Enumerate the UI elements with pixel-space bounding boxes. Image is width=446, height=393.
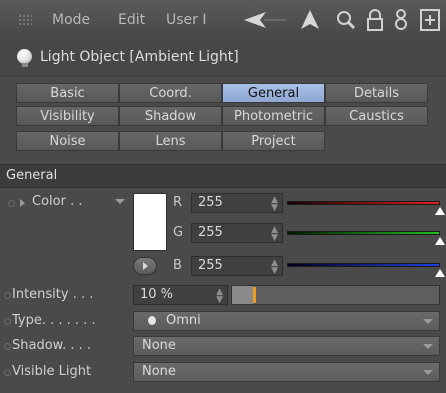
- tab-details[interactable]: Details: [325, 83, 428, 103]
- type-dropdown[interactable]: Omni: [133, 311, 440, 331]
- menu-user[interactable]: User I: [166, 12, 207, 28]
- light-bulb-icon: [17, 49, 32, 67]
- intensity-label: Intensity . . .: [12, 287, 94, 302]
- r-channel-label: R: [173, 195, 183, 210]
- new-window-icon[interactable]: [420, 9, 440, 31]
- g-value-field[interactable]: 255 ▲ ▼: [191, 223, 283, 243]
- intensity-slider[interactable]: [231, 285, 440, 305]
- tab-lens[interactable]: Lens: [119, 131, 222, 151]
- tab-basic[interactable]: Basic: [16, 83, 119, 103]
- tab-visibility[interactable]: Visibility: [16, 106, 119, 126]
- r-slider-knob[interactable]: [435, 207, 445, 215]
- menu-mode[interactable]: Mode: [52, 12, 90, 28]
- b-value: 255: [198, 258, 223, 273]
- object-title: Light Object [Ambient Light]: [40, 49, 239, 65]
- tab-caustics[interactable]: Caustics: [325, 106, 428, 126]
- color-swatch[interactable]: [133, 193, 167, 251]
- tab-noise[interactable]: Noise: [16, 131, 119, 151]
- expand-triangle-icon[interactable]: [20, 199, 25, 207]
- b-slider-knob[interactable]: [435, 269, 445, 277]
- visible-light-value: None: [142, 364, 176, 379]
- color-picker-button[interactable]: [133, 257, 157, 275]
- chevron-down-icon: [423, 319, 433, 324]
- intensity-slider-fill: [232, 286, 253, 304]
- r-value: 255: [198, 195, 223, 210]
- chevron-down-icon[interactable]: [115, 199, 125, 204]
- section-general: General: [0, 164, 446, 188]
- tab-shadow[interactable]: Shadow: [119, 106, 222, 126]
- g-value: 255: [198, 225, 223, 240]
- omni-light-icon: [148, 316, 156, 325]
- spinner-icon[interactable]: ▲ ▼: [271, 196, 278, 213]
- visible-light-label: Visible Light: [12, 364, 92, 379]
- tab-general[interactable]: General: [222, 83, 325, 103]
- animate-dot-icon[interactable]: [4, 343, 11, 350]
- g-slider-knob[interactable]: [435, 237, 445, 245]
- type-value: Omni: [166, 313, 201, 328]
- r-value-field[interactable]: 255 ▲ ▼: [191, 193, 283, 213]
- g-slider[interactable]: [287, 231, 440, 235]
- shadow-label: Shadow. . . .: [12, 338, 92, 353]
- section-title: General: [6, 168, 58, 183]
- b-slider[interactable]: [287, 263, 440, 267]
- menu-edit[interactable]: Edit: [118, 12, 145, 28]
- back-arrow-icon[interactable]: [244, 11, 286, 29]
- spinner-icon[interactable]: ▲ ▼: [271, 259, 278, 276]
- chevron-down-icon: [423, 344, 433, 349]
- tab-coord[interactable]: Coord.: [119, 83, 222, 103]
- animate-dot-icon[interactable]: [8, 200, 15, 207]
- cursor-icon[interactable]: [301, 10, 319, 30]
- visible-light-dropdown[interactable]: None: [133, 362, 440, 382]
- r-slider[interactable]: [287, 201, 440, 205]
- object-header: Light Object [Ambient Light]: [0, 40, 446, 77]
- chevron-down-icon: [423, 370, 433, 375]
- tab-project[interactable]: Project: [222, 131, 325, 151]
- spinner-icon[interactable]: ▲ ▼: [271, 226, 278, 243]
- intensity-slider-marker[interactable]: [253, 287, 256, 303]
- grip-handle-icon[interactable]: [18, 14, 32, 26]
- g-channel-label: G: [173, 225, 184, 240]
- lock-icon[interactable]: [366, 9, 384, 31]
- animate-dot-icon[interactable]: [4, 318, 11, 325]
- search-icon[interactable]: [336, 10, 356, 30]
- b-channel-label: B: [173, 258, 182, 273]
- intensity-field[interactable]: 10 % ▲ ▼: [133, 285, 228, 305]
- settings-icon[interactable]: [394, 9, 408, 31]
- shadow-dropdown[interactable]: None: [133, 336, 440, 356]
- type-label: Type. . . . . . .: [12, 313, 96, 328]
- shadow-value: None: [142, 338, 176, 353]
- spinner-icon[interactable]: ▲ ▼: [216, 288, 223, 305]
- animate-dot-icon[interactable]: [4, 369, 11, 376]
- b-value-field[interactable]: 255 ▲ ▼: [191, 256, 283, 276]
- tab-photometric[interactable]: Photometric: [222, 106, 325, 126]
- menu-bar: Mode Edit User I: [0, 0, 446, 41]
- intensity-value: 10 %: [140, 287, 174, 302]
- animate-dot-icon[interactable]: [4, 292, 11, 299]
- color-label: Color . .: [32, 194, 83, 209]
